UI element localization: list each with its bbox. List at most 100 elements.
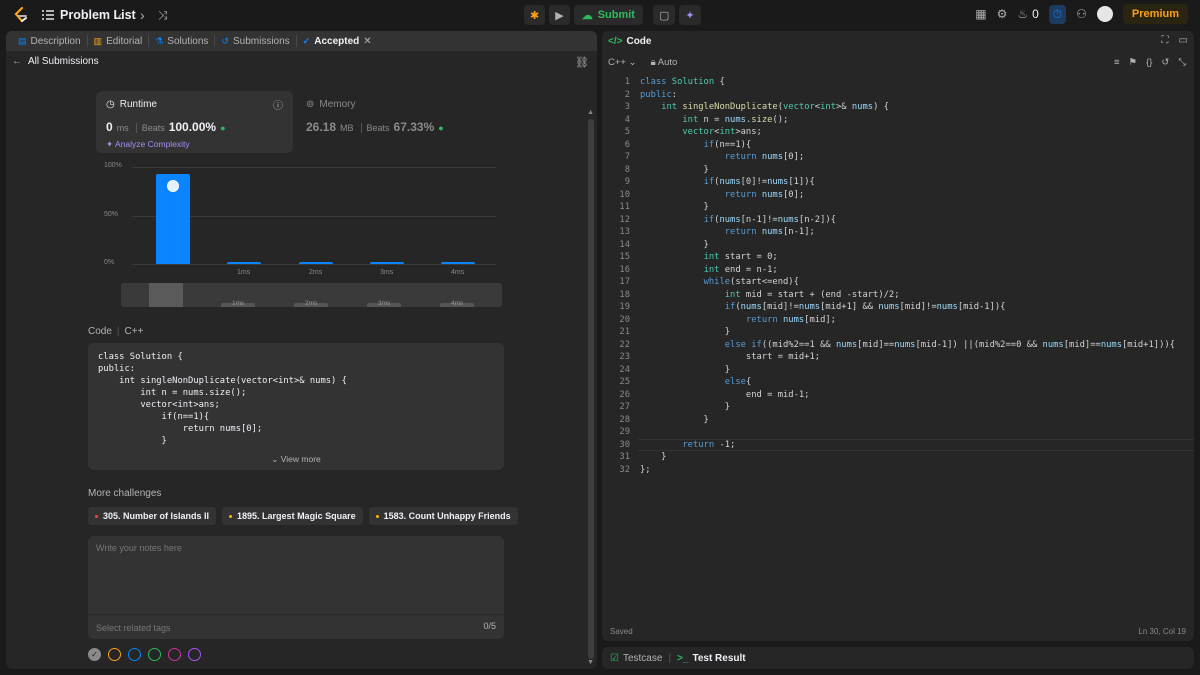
code-line[interactable]: 11 } xyxy=(602,201,1194,214)
chart-bar[interactable] xyxy=(156,173,190,264)
code-line[interactable]: 32}; xyxy=(602,464,1194,477)
view-more-button[interactable]: ⌄ View more xyxy=(88,454,504,465)
minimap-selection[interactable] xyxy=(149,283,183,307)
note-color-swatch[interactable] xyxy=(148,648,161,661)
tags-select[interactable]: Select related tags 0/5 xyxy=(88,614,504,639)
chart-bar[interactable] xyxy=(299,262,333,264)
avatar[interactable] xyxy=(1096,6,1113,22)
info-icon[interactable]: ⓘ xyxy=(273,97,283,112)
code-line[interactable]: 1 class Solution { xyxy=(602,76,1194,89)
braces-icon[interactable]: {} xyxy=(1146,57,1152,68)
chart-bar[interactable] xyxy=(370,262,404,264)
chart-bar[interactable] xyxy=(441,262,475,264)
tab-accepted[interactable]: ✓ Accepted ✕ xyxy=(297,35,378,47)
code-line[interactable]: 6 if(n==1){ xyxy=(602,139,1194,152)
code-line[interactable]: 12 if(nums[n-1]!=nums[n-2]){ xyxy=(602,214,1194,227)
code-line[interactable]: 4 int n = nums.size(); xyxy=(602,114,1194,127)
note-color-swatch[interactable] xyxy=(188,648,201,661)
challenge-chip[interactable]: 1895. Largest Magic Square xyxy=(222,507,363,525)
streak-button[interactable]: ♨ 0 xyxy=(1017,7,1038,21)
chevron-right-icon[interactable]: › xyxy=(140,7,145,23)
runtime-beats-label: Beats xyxy=(135,123,165,133)
code-line[interactable]: 17 while(start<=end){ xyxy=(602,276,1194,289)
code-editor[interactable]: 1 class Solution {2 public: 3 int singleNon… xyxy=(602,76,1194,476)
code-tab[interactable]: </> Code xyxy=(602,31,1194,51)
code-line[interactable]: 23 start = mid+1; xyxy=(602,351,1194,364)
code-line[interactable]: 27 } xyxy=(602,401,1194,414)
share-link-icon[interactable]: ⛓ xyxy=(575,56,589,69)
tab-description[interactable]: ▤ Description xyxy=(12,35,88,47)
code-line[interactable]: 8 } xyxy=(602,164,1194,177)
challenge-chip[interactable]: 1583. Count Unhappy Friends xyxy=(368,507,518,525)
scroll-up-icon[interactable]: ▲ xyxy=(587,109,594,116)
note-color-swatch[interactable] xyxy=(128,648,141,661)
analyze-complexity-link[interactable]: ✦ Analyze Complexity xyxy=(106,139,283,150)
note-color-swatch[interactable]: ✓ xyxy=(88,648,101,661)
line-number: 5 xyxy=(624,127,630,137)
note-color-swatch[interactable] xyxy=(168,648,181,661)
reset-icon[interactable]: ↺ xyxy=(1161,57,1169,68)
notes-button[interactable]: ▢ xyxy=(652,5,676,25)
code-line[interactable]: 19 if(nums[mid]!=nums[mid+1] && nums[mid… xyxy=(602,301,1194,314)
bookmark-icon[interactable]: ⚑ xyxy=(1129,57,1138,68)
code-line[interactable]: 15 int start = 0; xyxy=(602,251,1194,264)
code-line[interactable]: 30 return -1; xyxy=(602,439,1194,452)
language-select[interactable]: C++ ⌄ xyxy=(608,57,637,68)
challenge-chip[interactable]: 305. Number of Islands II xyxy=(88,507,217,525)
code-line[interactable]: 14 } xyxy=(602,239,1194,252)
line-number: 24 xyxy=(619,364,630,375)
fullscreen-icon[interactable]: ⤡ xyxy=(1178,57,1186,68)
add-user-icon[interactable]: ⚇ xyxy=(1076,7,1087,21)
tab-test-result[interactable]: >_ Test Result xyxy=(677,653,746,664)
code-line[interactable]: 18 int mid = start + (end -start)/2; xyxy=(602,289,1194,302)
timer-icon[interactable]: ⏱ xyxy=(1048,4,1067,24)
collapse-icon[interactable]: ▭ xyxy=(1179,35,1188,46)
code-line[interactable]: 20 return nums[mid]; xyxy=(602,314,1194,327)
submit-button[interactable]: ☁ Submit xyxy=(573,5,643,25)
format-icon[interactable]: ≡ xyxy=(1114,57,1120,68)
layout-grid-icon[interactable]: ▦ xyxy=(975,7,986,21)
memory-card[interactable]: ⊚ Memory 26.18 MB Beats 67.33% ● xyxy=(306,99,444,134)
all-submissions-link[interactable]: ← All Submissions xyxy=(12,56,99,67)
code-line[interactable]: 7 return nums[0]; xyxy=(602,151,1194,164)
tab-submissions[interactable]: ↺ Submissions xyxy=(215,35,297,47)
code-line[interactable]: 2 public: xyxy=(602,89,1194,102)
code-line[interactable]: 21 } xyxy=(602,326,1194,339)
ai-button[interactable]: ✦ xyxy=(679,5,701,25)
runtime-card[interactable]: ◷ Runtime ⓘ 0 ms Beats 100.00% ● ✦ Analy… xyxy=(96,91,293,153)
leetcode-logo-icon[interactable] xyxy=(12,6,30,24)
code-line[interactable]: 5 vector<int>ans; xyxy=(602,126,1194,139)
code-line[interactable]: 24 } xyxy=(602,364,1194,377)
tab-solutions[interactable]: ⚗ Solutions xyxy=(149,35,216,47)
maximize-icon[interactable]: ⛶ xyxy=(1162,35,1169,46)
chart-minimap[interactable]: 1ms 2ms 3ms 4ms xyxy=(121,283,502,307)
code-line[interactable]: 22 else if((mid%2==1 && nums[mid]==nums[… xyxy=(602,339,1194,352)
shuffle-icon[interactable]: ⤨ xyxy=(158,8,168,23)
autocomplete-mode[interactable]: 🔒︎ Auto xyxy=(651,57,678,68)
code-line[interactable]: 13 return nums[n-1]; xyxy=(602,226,1194,239)
code-line[interactable]: 25 else{ xyxy=(602,376,1194,389)
premium-button[interactable]: Premium xyxy=(1122,4,1188,24)
notes-placeholder[interactable]: Write your notes here xyxy=(96,543,182,553)
line-content: vector<int>ans; xyxy=(682,127,762,137)
code-line[interactable]: 29 xyxy=(602,426,1194,439)
code-line[interactable]: 28 } xyxy=(602,414,1194,427)
code-line[interactable]: 10 return nums[0]; xyxy=(602,189,1194,202)
close-icon[interactable]: ✕ xyxy=(363,36,371,47)
notes-box[interactable]: Write your notes here Select related tag… xyxy=(88,536,504,639)
code-line[interactable]: 16 int end = n-1; xyxy=(602,264,1194,277)
chart-bar[interactable] xyxy=(227,262,261,264)
tab-testcase[interactable]: ☑ Testcase xyxy=(610,653,662,664)
scroll-down-icon[interactable]: ▼ xyxy=(587,659,594,666)
gear-icon[interactable]: ⚙ xyxy=(997,7,1008,21)
code-line[interactable]: 3 int singleNonDuplicate(vector<int>& nu… xyxy=(602,101,1194,114)
tab-editorial[interactable]: ▥ Editorial xyxy=(88,35,150,47)
run-button[interactable]: ▶ xyxy=(549,5,570,25)
debug-button[interactable]: ✱ xyxy=(524,5,546,25)
code-line[interactable]: 9 if(nums[0]!=nums[1]){ xyxy=(602,176,1194,189)
code-line[interactable]: 26 end = mid-1; xyxy=(602,389,1194,402)
code-line[interactable]: 31 } xyxy=(602,451,1194,464)
chevron-left-icon[interactable]: ‹ xyxy=(118,7,123,23)
scrollbar[interactable] xyxy=(588,119,594,659)
note-color-swatch[interactable] xyxy=(108,648,121,661)
